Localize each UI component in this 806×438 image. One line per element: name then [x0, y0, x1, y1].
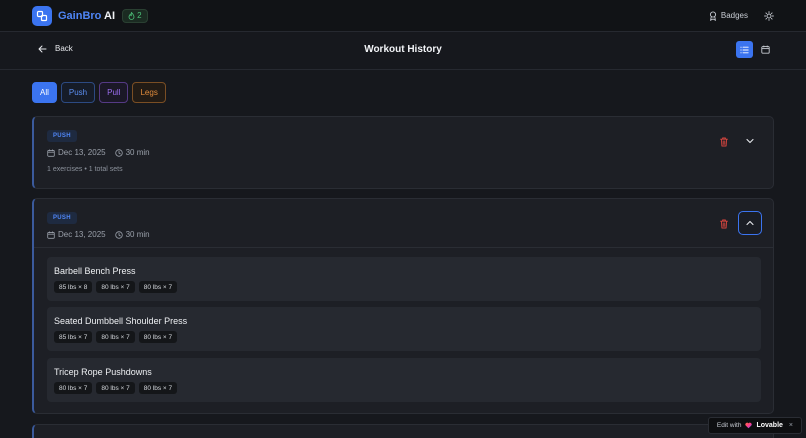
view-toggle: [736, 41, 774, 58]
clock-icon: [114, 230, 123, 239]
workout-card-expanded[interactable]: PUSH Dec 13, 2025 30 min Barbell Bench P…: [32, 198, 774, 414]
set-badge: 80 lbs × 7: [96, 281, 135, 293]
streak-badge: 2: [122, 8, 148, 23]
exercise-item: Seated Dumbbell Shoulder Press 85 lbs × …: [47, 307, 761, 351]
award-icon: [709, 10, 716, 21]
workout-card[interactable]: [32, 424, 774, 438]
set-badge: 80 lbs × 7: [138, 382, 178, 394]
list-icon: [740, 46, 749, 53]
workout-duration: 30 min: [125, 148, 150, 157]
exercise-sets: 85 lbs × 8 80 lbs × 7 80 lbs × 7: [54, 281, 178, 293]
category-filters: All Push Pull Legs: [32, 82, 166, 103]
workout-type-tag: PUSH: [47, 130, 77, 142]
exercise-sets: 80 lbs × 7 80 lbs × 7 80 lbs × 7: [54, 382, 178, 394]
set-badge: 85 lbs × 7: [54, 331, 93, 343]
list-view-button[interactable]: [736, 41, 753, 58]
filter-legs[interactable]: Legs: [132, 82, 166, 103]
exercise-name: Barbell Bench Press: [54, 266, 136, 276]
badges-button[interactable]: Badges: [709, 10, 748, 21]
set-badge: 80 lbs × 7: [138, 331, 178, 343]
calendar-icon: [47, 149, 55, 157]
page-header: Back Workout History: [0, 32, 806, 70]
delete-workout-trash-icon[interactable]: [718, 217, 730, 229]
brand-name: GainBro: [58, 9, 102, 22]
exercise-item: Tricep Rope Pushdowns 80 lbs × 7 80 lbs …: [47, 358, 761, 402]
exercise-name: Seated Dumbbell Shoulder Press: [54, 316, 188, 326]
workout-type-tag: PUSH: [47, 212, 77, 224]
workout-date: Dec 13, 2025: [58, 230, 106, 239]
filter-all[interactable]: All: [32, 82, 57, 103]
delete-workout-trash-icon[interactable]: [718, 135, 730, 147]
workout-date: Dec 13, 2025: [58, 148, 106, 157]
streak-count: 2: [137, 11, 142, 20]
flame-icon: [128, 11, 135, 20]
filter-pull[interactable]: Pull: [99, 82, 129, 103]
exercise-item: Barbell Bench Press 85 lbs × 8 80 lbs × …: [47, 257, 761, 301]
workout-duration: 30 min: [125, 230, 150, 239]
lovable-prefix: Edit with: [716, 422, 742, 429]
exercise-name: Tricep Rope Pushdowns: [54, 367, 152, 377]
workout-summary: 1 exercises • 1 total sets: [47, 166, 123, 173]
lovable-heart-icon: [745, 422, 753, 429]
set-badge: 80 lbs × 7: [96, 382, 135, 394]
lovable-brand: Lovable: [756, 422, 783, 429]
page-title: Workout History: [364, 44, 442, 55]
set-badge: 80 lbs × 7: [96, 331, 135, 343]
set-badge: 80 lbs × 7: [138, 281, 178, 293]
edit-with-lovable-badge[interactable]: Edit with Lovable ×: [707, 417, 802, 434]
set-badge: 80 lbs × 7: [54, 382, 93, 394]
expand-chevron-down-icon[interactable]: [738, 129, 762, 153]
set-badge: 85 lbs × 8: [54, 281, 93, 293]
theme-toggle-sun-icon[interactable]: [764, 10, 774, 21]
clock-icon: [114, 148, 123, 157]
brand-suffix: AI: [101, 9, 116, 22]
app-header: GainBro AI 2 Badges: [0, 0, 806, 32]
workout-meta: Dec 13, 2025 30 min: [47, 148, 150, 157]
workout-meta: Dec 13, 2025 30 min: [47, 230, 150, 239]
workout-card[interactable]: PUSH Dec 13, 2025 30 min 1 exercises • 1…: [32, 116, 774, 189]
calendar-view-button[interactable]: [757, 41, 774, 58]
app-brand[interactable]: GainBro AI: [58, 10, 115, 22]
collapse-chevron-up-icon[interactable]: [738, 211, 762, 235]
exercise-sets: 85 lbs × 7 80 lbs × 7 80 lbs × 7: [54, 331, 178, 343]
filter-push[interactable]: Push: [60, 82, 96, 103]
calendar-icon: [761, 45, 770, 54]
app-logo-icon[interactable]: [32, 5, 52, 26]
calendar-icon: [47, 231, 55, 239]
badges-label: Badges: [720, 11, 748, 20]
card-divider: [34, 247, 773, 248]
close-lovable-badge-button[interactable]: ×: [789, 422, 793, 429]
